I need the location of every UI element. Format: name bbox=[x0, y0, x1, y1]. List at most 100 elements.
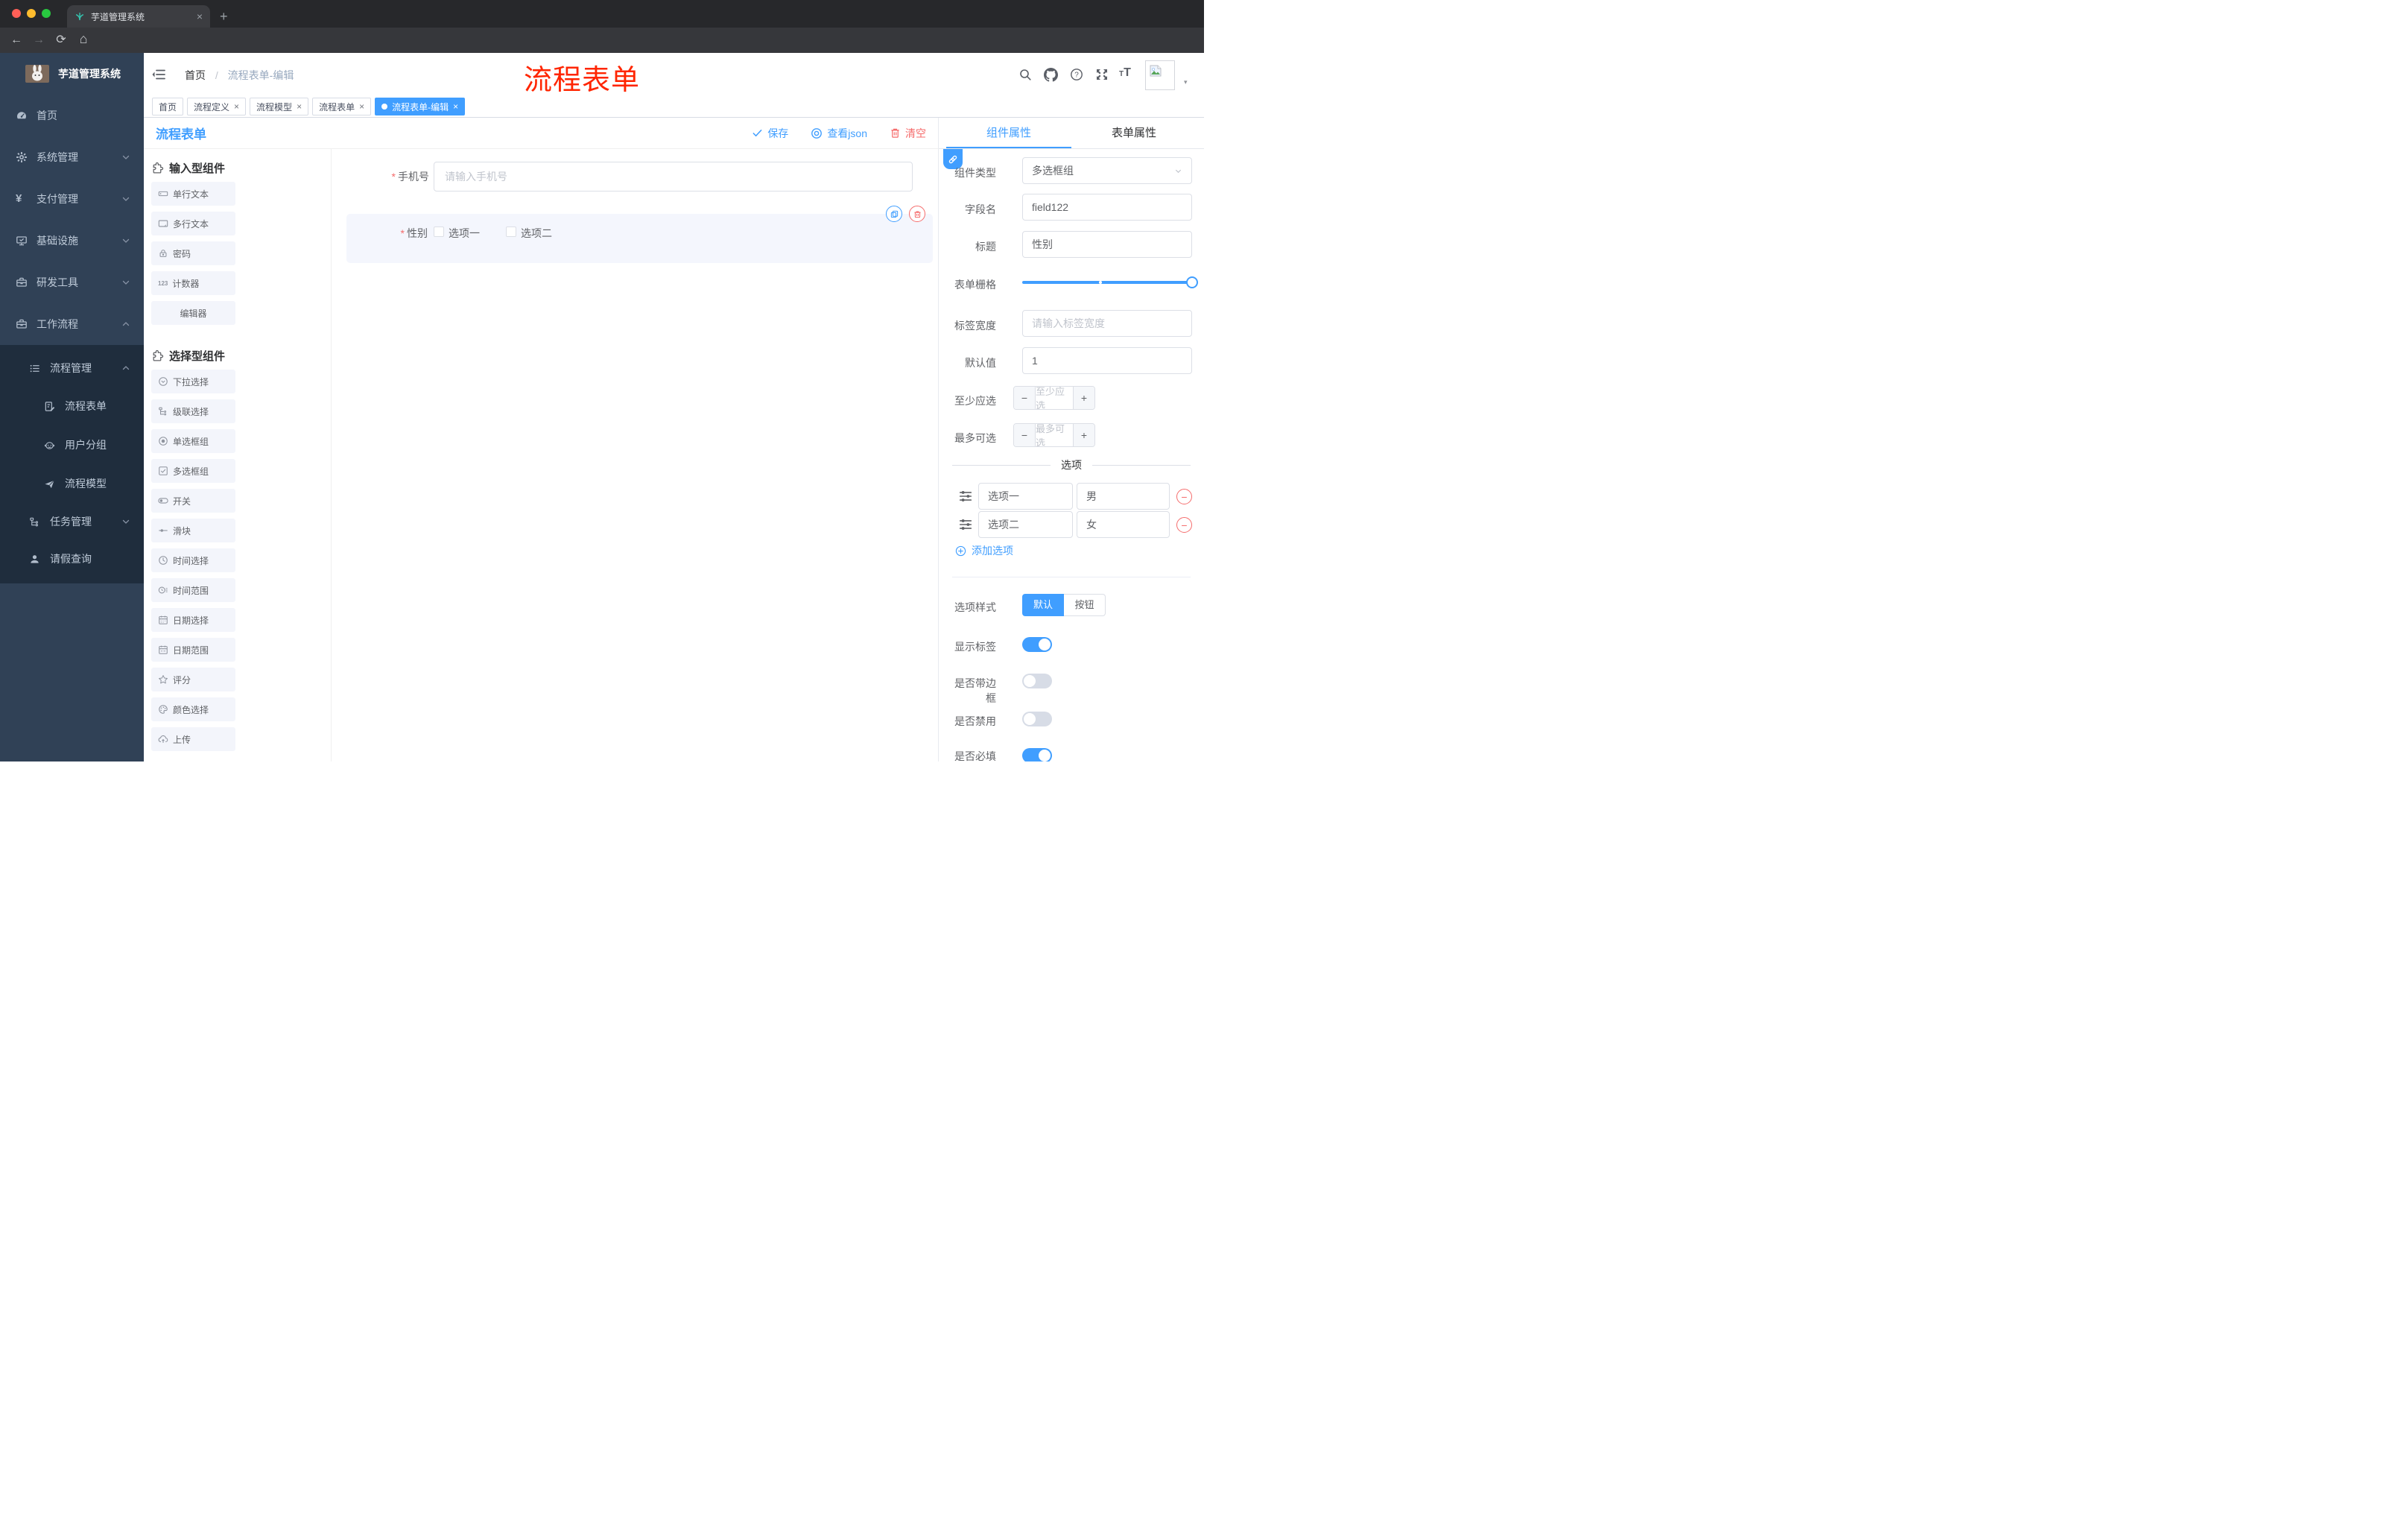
reload-icon[interactable]: ⟳ bbox=[54, 33, 69, 48]
fullscreen-icon[interactable] bbox=[1095, 68, 1109, 81]
tab-form-props[interactable]: 表单属性 bbox=[1071, 118, 1197, 148]
component-checkbox-group[interactable]: 多选框组 bbox=[151, 459, 235, 483]
sidebar-item-user-group[interactable]: 用户分组 bbox=[0, 425, 144, 464]
tag-close-icon[interactable]: × bbox=[453, 101, 458, 112]
sidebar-item-devtools[interactable]: 研发工具 bbox=[0, 262, 144, 303]
component-time-picker[interactable]: 时间选择 bbox=[151, 548, 235, 572]
sidebar-item-process-model[interactable]: 流程模型 bbox=[0, 464, 144, 503]
component-cascader[interactable]: 级联选择 bbox=[151, 399, 235, 423]
option2-value-input[interactable] bbox=[1077, 511, 1170, 538]
form-grid-slider[interactable] bbox=[1022, 276, 1198, 288]
clear-button[interactable]: 清空 bbox=[890, 126, 926, 141]
search-icon[interactable] bbox=[1018, 68, 1032, 81]
component-time-range[interactable]: 时间范围 bbox=[151, 578, 235, 602]
user-menu-caret-icon[interactable]: ▾ bbox=[1184, 78, 1188, 86]
tag-process-definition[interactable]: 流程定义 × bbox=[187, 98, 247, 115]
option1-label-input[interactable] bbox=[978, 483, 1073, 510]
component-switch[interactable]: 开关 bbox=[151, 489, 235, 513]
show-label-switch[interactable] bbox=[1022, 637, 1052, 652]
component-editor[interactable]: 编辑器 bbox=[151, 301, 235, 325]
decrease-button[interactable]: − bbox=[1014, 424, 1036, 446]
drag-handle-icon[interactable] bbox=[959, 518, 972, 531]
component-radio-group[interactable]: 单选框组 bbox=[151, 429, 235, 453]
style-default-button[interactable]: 默认 bbox=[1022, 594, 1064, 616]
gender-option2-checkbox[interactable] bbox=[506, 227, 516, 237]
sidebar-item-leave-query[interactable]: 请假查询 bbox=[0, 540, 144, 577]
home-icon[interactable]: ⌂ bbox=[76, 31, 91, 46]
tag-home[interactable]: 首页 bbox=[152, 98, 184, 115]
tab-close-icon[interactable]: × bbox=[197, 10, 203, 22]
component-upload[interactable]: 上传 bbox=[151, 727, 235, 751]
tab-component-props[interactable]: 组件属性 bbox=[946, 118, 1071, 148]
gender-option2-label[interactable]: 选项二 bbox=[521, 226, 552, 241]
component-password[interactable]: 密码 bbox=[151, 241, 235, 265]
border-switch[interactable] bbox=[1022, 674, 1052, 688]
tag-close-icon[interactable]: × bbox=[297, 101, 302, 112]
component-select[interactable]: 下拉选择 bbox=[151, 370, 235, 393]
selected-component-gender[interactable]: * 性别 选项一 选项二 bbox=[346, 206, 933, 263]
add-option-button[interactable]: 添加选项 bbox=[955, 543, 1013, 558]
sidebar-item-process-form[interactable]: 流程表单 bbox=[0, 387, 144, 425]
label-width-input[interactable] bbox=[1022, 310, 1192, 337]
help-icon[interactable]: ? bbox=[1070, 68, 1083, 81]
sidebar-collapse-icon[interactable] bbox=[151, 67, 166, 82]
user-avatar[interactable] bbox=[1145, 60, 1175, 90]
remove-option1-button[interactable]: − bbox=[1176, 489, 1192, 504]
delete-component-button[interactable] bbox=[909, 206, 925, 222]
gender-option1-label[interactable]: 选项一 bbox=[449, 226, 480, 241]
component-multi-line-text[interactable]: 多行文本 bbox=[151, 212, 235, 235]
component-color-picker[interactable]: 颜色选择 bbox=[151, 697, 235, 721]
default-value-input[interactable] bbox=[1022, 347, 1192, 374]
component-type-select[interactable]: 多选框组 bbox=[1022, 157, 1192, 184]
browser-tab[interactable]: 芋道管理系统 × bbox=[67, 5, 210, 28]
font-size-icon[interactable]: TT bbox=[1119, 66, 1131, 80]
remove-option2-button[interactable]: − bbox=[1176, 517, 1192, 533]
increase-button[interactable]: + bbox=[1073, 424, 1094, 446]
drag-handle-icon[interactable] bbox=[959, 490, 972, 503]
component-date-picker[interactable]: 日期选择 bbox=[151, 608, 235, 632]
tag-close-icon[interactable]: × bbox=[234, 101, 239, 112]
title-input[interactable] bbox=[1022, 231, 1192, 258]
tag-process-form[interactable]: 流程表单 × bbox=[312, 98, 372, 115]
decrease-button[interactable]: − bbox=[1014, 387, 1036, 409]
tag-process-model[interactable]: 流程模型 × bbox=[250, 98, 309, 115]
forward-icon[interactable]: → bbox=[31, 33, 46, 48]
option2-label-input[interactable] bbox=[978, 511, 1073, 538]
phone-field-input[interactable] bbox=[434, 162, 913, 191]
disabled-switch[interactable] bbox=[1022, 712, 1052, 726]
field-name-input[interactable] bbox=[1022, 194, 1192, 221]
field-name-label: 字段名 bbox=[965, 203, 996, 215]
option1-value-input[interactable] bbox=[1077, 483, 1170, 510]
github-icon[interactable] bbox=[1044, 68, 1058, 82]
save-button[interactable]: 保存 bbox=[752, 126, 788, 141]
component-slider[interactable]: 滑块 bbox=[151, 519, 235, 542]
sidebar-item-task-management[interactable]: 任务管理 bbox=[0, 503, 144, 540]
style-button-button[interactable]: 按钮 bbox=[1064, 594, 1106, 616]
sidebar-item-system[interactable]: 系统管理 bbox=[0, 136, 144, 178]
sidebar-item-process-management[interactable]: 流程管理 bbox=[0, 349, 144, 387]
tag-close-icon[interactable]: × bbox=[359, 101, 364, 112]
component-counter[interactable]: 123 计数器 bbox=[151, 271, 235, 295]
sidebar-item-workflow[interactable]: 工作流程 bbox=[0, 303, 144, 345]
window-zoom-button[interactable] bbox=[42, 9, 51, 18]
max-select-value[interactable]: 最多可选 bbox=[1036, 424, 1073, 446]
component-date-range[interactable]: 日期范围 bbox=[151, 638, 235, 662]
required-switch[interactable] bbox=[1022, 748, 1052, 762]
view-json-button[interactable]: 查看json bbox=[811, 126, 867, 141]
min-select-value[interactable]: 至少应选 bbox=[1036, 387, 1073, 409]
component-rate[interactable]: 评分 bbox=[151, 668, 235, 691]
slider-handle[interactable] bbox=[1186, 276, 1198, 288]
sidebar-item-payment[interactable]: ¥ 支付管理 bbox=[0, 178, 144, 220]
window-close-button[interactable] bbox=[12, 9, 21, 18]
component-single-line-text[interactable]: 单行文本 bbox=[151, 182, 235, 206]
gender-option1-checkbox[interactable] bbox=[434, 227, 444, 237]
window-minimize-button[interactable] bbox=[27, 9, 36, 18]
new-tab-button[interactable]: + bbox=[220, 7, 228, 25]
breadcrumb-home[interactable]: 首页 bbox=[185, 69, 206, 81]
back-icon[interactable]: ← bbox=[9, 33, 24, 48]
tag-process-form-edit[interactable]: 流程表单-编辑 × bbox=[375, 98, 466, 115]
copy-component-button[interactable] bbox=[886, 206, 902, 222]
sidebar-item-infrastructure[interactable]: 基础设施 bbox=[0, 220, 144, 262]
increase-button[interactable]: + bbox=[1073, 387, 1094, 409]
sidebar-item-home[interactable]: 首页 bbox=[0, 95, 144, 136]
